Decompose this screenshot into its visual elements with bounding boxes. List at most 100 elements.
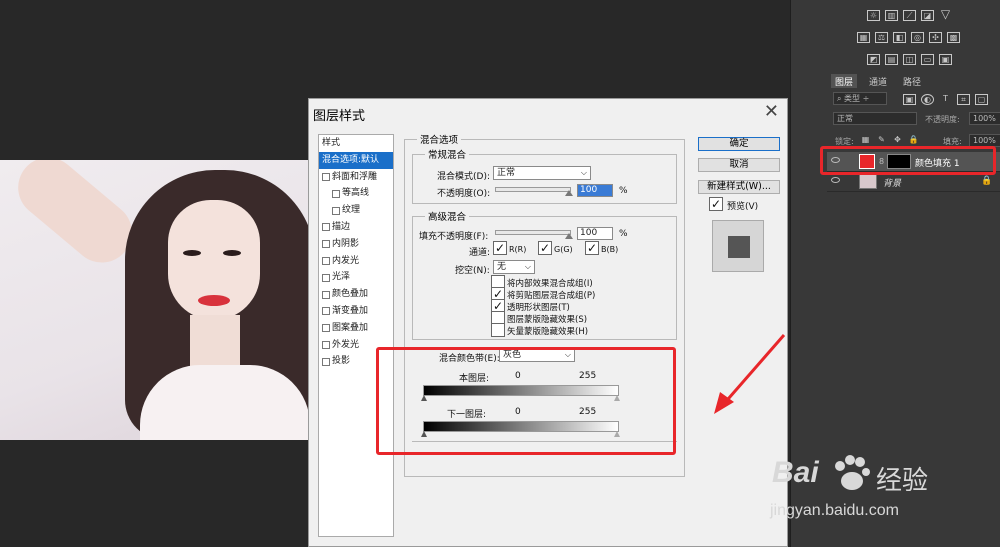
- blend-mode-label: 混合模式(D):: [437, 172, 490, 182]
- type-filter-icon[interactable]: T: [939, 94, 952, 105]
- channel-b-checkbox[interactable]: ✓: [585, 241, 599, 255]
- style-item-inner-glow[interactable]: 内发光: [319, 253, 393, 270]
- style-item-label: 纹理: [342, 205, 361, 216]
- knockout-select[interactable]: 无 ⌵: [493, 260, 535, 274]
- opacity-input[interactable]: 100: [577, 184, 613, 197]
- lock-image-icon[interactable]: ✎: [875, 135, 888, 146]
- opacity-label: 不透明度(O):: [437, 189, 491, 199]
- style-item-blending-options[interactable]: 混合选项:默认: [319, 151, 393, 169]
- option-label: 图层蒙版隐藏效果(S): [507, 315, 588, 325]
- style-item-label: 图案叠加: [332, 322, 369, 333]
- checkbox[interactable]: [322, 357, 330, 366]
- layer-row-background[interactable]: 背景 🔒: [827, 172, 1000, 192]
- hue-saturation-icon[interactable]: ▦: [857, 32, 870, 43]
- channel-mixer-icon[interactable]: ✣: [929, 32, 942, 43]
- style-item-satin[interactable]: 光泽: [319, 269, 393, 286]
- style-item-contour[interactable]: 等高线: [319, 185, 393, 202]
- option-label: 矢量蒙版隐藏效果(H): [507, 327, 589, 337]
- channel-r-label: R(R): [509, 245, 527, 254]
- lock-position-icon[interactable]: ✥: [891, 135, 904, 146]
- checkbox[interactable]: [322, 290, 330, 299]
- checkbox[interactable]: [322, 223, 330, 232]
- color-lookup-icon[interactable]: ▩: [947, 32, 960, 43]
- checkbox[interactable]: [322, 256, 330, 265]
- fill-opacity-slider[interactable]: [495, 230, 573, 239]
- preview-checkbox[interactable]: ✓: [709, 197, 723, 211]
- style-list: 样式 混合选项:默认 斜面和浮雕 等高线 纹理 描边 内阴影 内发光 光泽 颜色…: [318, 134, 394, 537]
- layer-filter-select[interactable]: ⌕ 类型 ÷: [833, 92, 887, 105]
- layer-name[interactable]: 背景: [883, 176, 901, 189]
- advanced-blending-title: 高级混合: [425, 209, 470, 223]
- layer-filter-value: 类型: [844, 94, 861, 103]
- tab-paths[interactable]: 路径: [899, 74, 925, 88]
- shape-filter-icon[interactable]: ⌗: [957, 94, 970, 105]
- watermark-url: jingyan.baidu.com: [770, 502, 899, 519]
- style-item-label: 外发光: [332, 339, 360, 350]
- cancel-button[interactable]: 取消: [698, 158, 780, 172]
- percent-sign: %: [619, 186, 628, 196]
- general-blending-title: 常规混合: [425, 147, 470, 161]
- paw-icon: [835, 455, 870, 490]
- checkbox[interactable]: [322, 307, 330, 316]
- tab-layers[interactable]: 图层: [831, 74, 858, 88]
- slider-handle[interactable]: [565, 233, 573, 239]
- gradient-map-icon[interactable]: ▭: [921, 54, 934, 65]
- blend-mode-select[interactable]: 正常 ⌵: [493, 166, 591, 180]
- close-icon[interactable]: ✕: [764, 101, 779, 122]
- exposure-icon[interactable]: ◪: [921, 10, 934, 21]
- channel-r-checkbox[interactable]: ✓: [493, 241, 507, 255]
- channels-label: 通道:: [469, 248, 491, 258]
- new-style-button[interactable]: 新建样式(W)...: [698, 180, 780, 194]
- style-item-texture[interactable]: 纹理: [319, 202, 393, 219]
- checkbox[interactable]: [332, 206, 340, 215]
- posterize-icon[interactable]: ▤: [885, 54, 898, 65]
- curves-icon[interactable]: ⟋: [903, 10, 916, 21]
- canvas-photo: [0, 160, 310, 440]
- blend-mode-value: 正常: [497, 168, 516, 178]
- layer-opacity-input[interactable]: 100%: [969, 112, 1000, 125]
- selective-color-icon[interactable]: ▣: [939, 54, 952, 65]
- layer-blend-mode-select[interactable]: 正常: [833, 112, 917, 125]
- checkbox[interactable]: [322, 172, 330, 181]
- percent-sign: %: [619, 229, 628, 239]
- adjustment-filter-icon[interactable]: ◐: [921, 94, 934, 105]
- channel-b-label: B(B): [601, 245, 619, 254]
- dialog-title: 图层样式: [313, 109, 366, 124]
- checkbox[interactable]: [322, 240, 330, 249]
- eye-icon[interactable]: [831, 177, 840, 183]
- ok-button[interactable]: 确定: [698, 137, 780, 151]
- threshold-icon[interactable]: ◫: [903, 54, 916, 65]
- style-item-gradient-overlay[interactable]: 渐变叠加: [319, 303, 393, 320]
- vibrance-icon[interactable]: ▽: [939, 8, 952, 21]
- smart-object-filter-icon[interactable]: ▢: [975, 94, 988, 105]
- style-item-inner-shadow[interactable]: 内阴影: [319, 236, 393, 253]
- brightness-icon[interactable]: ☼: [867, 10, 880, 21]
- option-label: 透明形状图层(T): [507, 303, 570, 313]
- blend-options-title: 混合选项: [417, 132, 462, 146]
- style-item-bevel-emboss[interactable]: 斜面和浮雕: [319, 169, 393, 186]
- levels-icon[interactable]: ▥: [885, 10, 898, 21]
- invert-icon[interactable]: ◩: [867, 54, 880, 65]
- checkbox[interactable]: [322, 324, 330, 333]
- pixel-filter-icon[interactable]: ▣: [903, 94, 916, 105]
- layer-thumbnail: [859, 174, 877, 189]
- lock-transparent-icon[interactable]: ▦: [859, 135, 872, 146]
- checkbox[interactable]: [322, 273, 330, 282]
- channel-g-checkbox[interactable]: ✓: [538, 241, 552, 255]
- color-balance-icon[interactable]: ⚖: [875, 32, 888, 43]
- search-icon: ⌕: [837, 94, 845, 103]
- tab-channels[interactable]: 通道: [865, 74, 891, 88]
- photo-filter-icon[interactable]: ◎: [911, 32, 924, 43]
- slider-handle[interactable]: [565, 190, 573, 196]
- style-item-pattern-overlay[interactable]: 图案叠加: [319, 320, 393, 337]
- option-checkbox-vector-mask-hides[interactable]: [491, 323, 505, 337]
- style-item-stroke[interactable]: 描边: [319, 219, 393, 236]
- checkbox[interactable]: [322, 340, 330, 349]
- fill-opacity-input[interactable]: 100: [577, 227, 613, 240]
- style-item-label: 斜面和浮雕: [332, 171, 378, 182]
- lock-all-icon[interactable]: 🔒: [907, 135, 920, 146]
- style-item-color-overlay[interactable]: 颜色叠加: [319, 286, 393, 303]
- opacity-slider[interactable]: [495, 187, 573, 196]
- black-white-icon[interactable]: ◧: [893, 32, 906, 43]
- checkbox[interactable]: [332, 189, 340, 198]
